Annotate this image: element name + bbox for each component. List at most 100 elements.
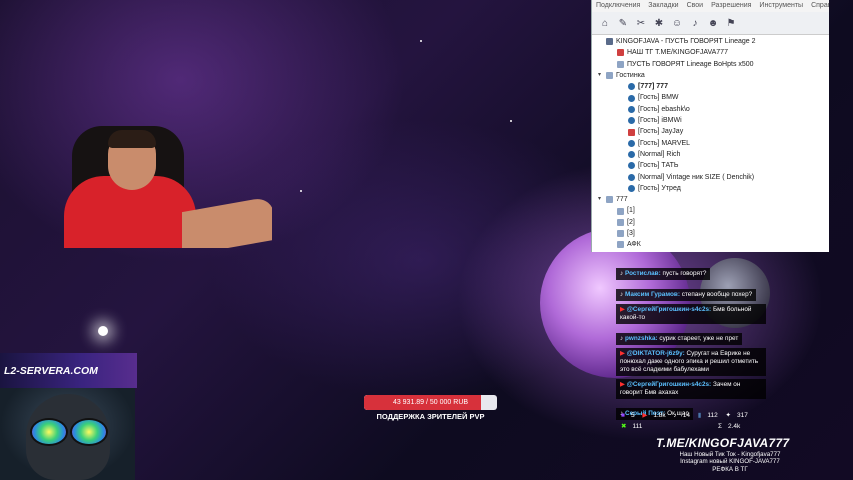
disconnect-icon[interactable]: ✎: [616, 16, 630, 30]
menu-item-tools[interactable]: Инструменты: [759, 0, 803, 12]
stat-vk: 112: [707, 412, 718, 419]
youtube-icon: ▶: [642, 412, 648, 419]
user-row[interactable]: [777] 777: [592, 81, 829, 92]
expander-icon[interactable]: ▾: [598, 70, 604, 81]
chat-author: @СергейГригошкин-s4c2s:: [626, 306, 712, 313]
expander-icon[interactable]: ▾: [598, 194, 604, 205]
twitch-icon: ■: [621, 412, 625, 419]
channel-icon: [617, 230, 624, 238]
promo-line: РЕФКА В ТГ: [712, 465, 748, 473]
donation-progress-bar: 43 931.89 / 50 000 RUB: [364, 395, 497, 410]
channel-row[interactable]: KINGOFJAVA - ПУСТЬ ГОВОРЯТ Lineage 2: [592, 36, 829, 47]
stat-tiktok: 14: [682, 412, 690, 419]
channel-icon: [617, 207, 624, 215]
row-label: [Гость] iBMWi: [638, 117, 682, 125]
promo-line: Наш Новый Тик Ток - Kingofjava777: [679, 451, 781, 458]
row-label: [Гость] Утред: [638, 184, 681, 192]
chat-text: сурик стареет, уже не прет: [657, 335, 739, 342]
promo-text: Наш Новый Тик Ток - Kingofjava777 Instag…: [660, 451, 800, 473]
channel-icon: [606, 196, 613, 204]
youtube-icon: ▶: [620, 350, 627, 357]
user-icon: [628, 151, 635, 159]
bookmark-icon[interactable]: ✂: [634, 16, 648, 30]
channel-row[interactable]: ▾ Гостинка: [592, 70, 829, 81]
chat-message: ▶ @СергейГригошкин-s4c2s: Бмв больной ка…: [616, 304, 766, 324]
chat-message: ♪ Ростислав: пусть говорят?: [616, 268, 711, 280]
user-icon: [628, 105, 635, 113]
channel-row[interactable]: [3]: [592, 228, 829, 239]
voice-client-window: Подключения Закладки Свои Разрешения Инс…: [591, 0, 829, 252]
star: [510, 120, 512, 122]
channel-row[interactable]: [2]: [592, 217, 829, 228]
channel-row[interactable]: [Гость] JayJay: [592, 126, 829, 137]
user-row[interactable]: [Гость] iBMWi: [592, 115, 829, 126]
row-label: [Normal] Rich: [638, 150, 681, 158]
chat-message: ▶ @СергейГригошкин-s4c2s: Зачем он говор…: [616, 379, 766, 399]
user-row[interactable]: [Гость] ebashk\o: [592, 104, 829, 115]
star: [420, 40, 422, 42]
stat-youtube: 1.8k: [653, 412, 666, 419]
likes-icon: ✦: [725, 412, 731, 419]
user-row[interactable]: [Normal] Rich: [592, 149, 829, 160]
total-icon: Σ: [717, 423, 722, 430]
kick-icon: ✖: [621, 423, 627, 430]
user-icon: [628, 162, 635, 170]
youtube-icon: ▶: [620, 381, 627, 388]
stat-kick: 111: [632, 423, 643, 430]
user-row[interactable]: [Normal] Vintage ник SIZE ( Denchik): [592, 172, 829, 183]
vk-icon: ▮: [697, 412, 702, 419]
chat-text: пусть говорят?: [660, 270, 707, 277]
tiktok-icon: ♪: [673, 412, 677, 419]
cat-glasses-right: [70, 418, 108, 446]
user-row[interactable]: [Гость] ТАТЬ: [592, 160, 829, 171]
star: [98, 326, 108, 336]
channel-row[interactable]: ▾ 777: [592, 194, 829, 205]
toolbar: ⌂ ✎ ✂ ✱ ☺ ♪ ☻ ⚑: [592, 12, 829, 35]
person-arm: [182, 195, 272, 248]
user-icon: [628, 173, 635, 181]
youtube-icon: ▶: [620, 306, 627, 313]
user-icon[interactable]: ☻: [706, 16, 720, 30]
menu-item-help[interactable]: Справка: [811, 0, 829, 12]
settings-icon[interactable]: ✱: [652, 16, 666, 30]
cat-image: [0, 388, 135, 480]
menu-item-permissions[interactable]: Разрешения: [711, 0, 751, 12]
menu-item-self[interactable]: Свои: [687, 0, 704, 12]
menu-item-connections[interactable]: Подключения: [596, 0, 640, 12]
user-icon: [628, 185, 635, 192]
row-label: [Гость] JayJay: [638, 128, 684, 136]
mic-icon[interactable]: ♪: [688, 16, 702, 30]
menu-bar: Подключения Закладки Свои Разрешения Инс…: [592, 0, 829, 12]
row-label: НАШ ТГ T.ME/KINGOFJAVA777: [627, 49, 728, 57]
chat-message: ♪ Максим Гурамов: степану вообще похер?: [616, 289, 757, 301]
channel-icon: [617, 60, 624, 68]
chat-author: Максим Гурамов:: [624, 291, 680, 298]
row-label: ПУСТЬ ГОВОРЯТ Lineage BoHpts x500: [627, 60, 754, 68]
plugin-icon[interactable]: ⚑: [724, 16, 738, 30]
channel-tree: KINGOFJAVA - ПУСТЬ ГОВОРЯТ Lineage 2 НАШ …: [592, 36, 829, 252]
away-icon[interactable]: ☺: [670, 16, 684, 30]
row-label: [3]: [627, 230, 635, 238]
connect-icon[interactable]: ⌂: [598, 16, 612, 30]
stat-likes: 317: [737, 412, 748, 419]
row-label: АФК: [627, 241, 641, 249]
user-icon: [628, 83, 635, 91]
user-row[interactable]: [Гость] BMW: [592, 92, 829, 103]
channel-row[interactable]: ПУСТЬ ГОВОРЯТ Lineage BoHpts x500: [592, 59, 829, 70]
channel-icon: [606, 72, 613, 80]
chat-author: @DIKTATOR-j6z9y:: [626, 350, 685, 357]
promo-line: Instagram новый KINGOF-JAVA777: [680, 458, 780, 466]
chat-author: @СергейГригошкин-s4c2s:: [626, 381, 712, 388]
row-label: [Гость] BMW: [638, 94, 679, 102]
telegram-link: T.ME/KINGOFJAVA777: [656, 436, 790, 450]
row-label: [Гость] ТАТЬ: [638, 162, 679, 170]
channel-row[interactable]: НАШ ТГ T.ME/KINGOFJAVA777: [592, 47, 829, 58]
user-row[interactable]: [Гость] Утред: [592, 183, 829, 194]
user-row[interactable]: [Гость] MARVEL: [592, 138, 829, 149]
menu-item-bookmarks[interactable]: Закладки: [648, 0, 678, 12]
channel-row[interactable]: АФК: [592, 239, 829, 250]
stat-twitch: 5: [630, 412, 635, 419]
stat-total: 2.4k: [728, 423, 741, 430]
channel-row[interactable]: [1]: [592, 205, 829, 216]
row-label: Гостинка: [616, 71, 645, 79]
